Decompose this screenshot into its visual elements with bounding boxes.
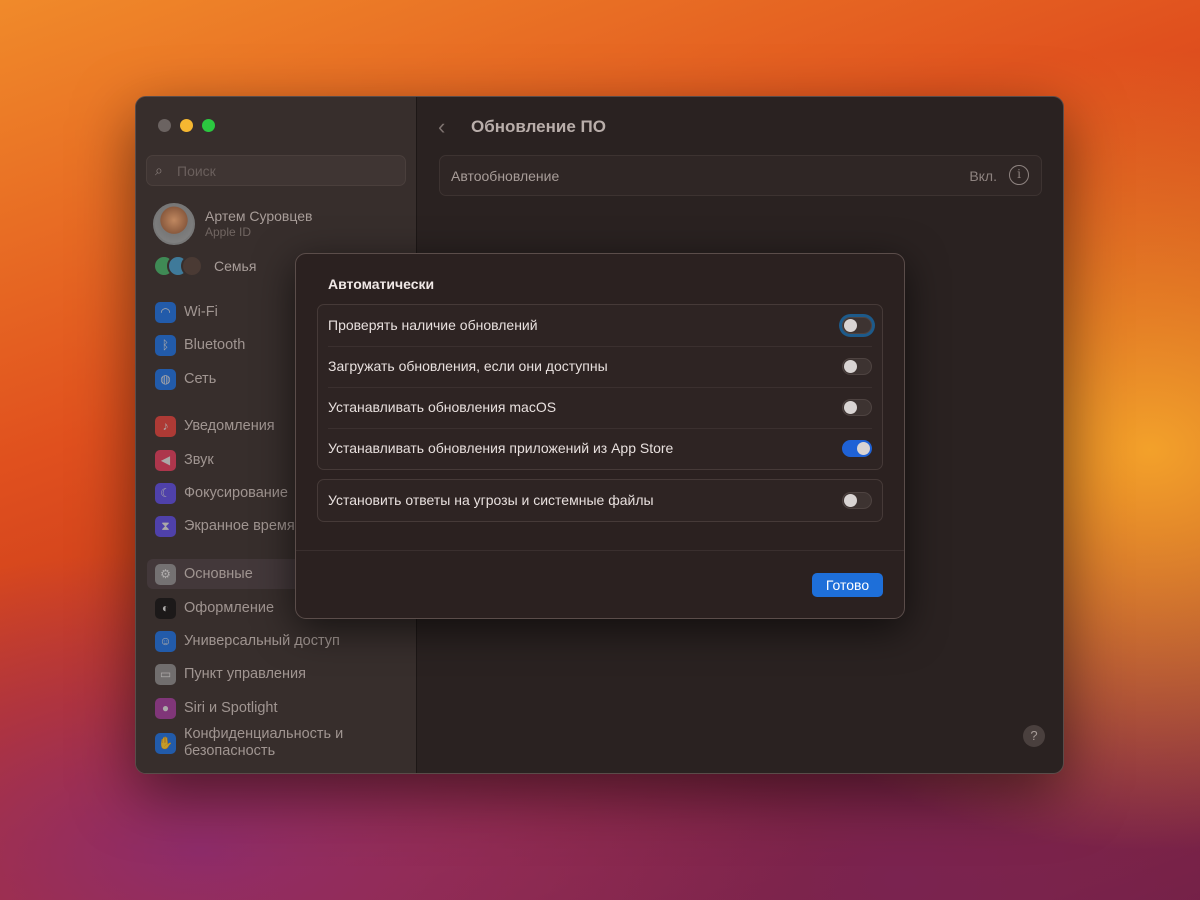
sidebar-item-label: Универсальный доступ [184, 633, 340, 649]
user-name[interactable]: Артем Суровцев [205, 208, 312, 224]
avatar[interactable] [153, 203, 195, 245]
toggle-label: Установить ответы на угрозы и системные … [328, 492, 654, 508]
sidebar-item-label: Bluetooth [184, 337, 246, 353]
toggle-switch[interactable] [842, 399, 872, 416]
family-avatar [181, 255, 203, 277]
sidebar-item-label: Сеть [184, 371, 217, 387]
toggle-row: Устанавливать обновления macOS [318, 387, 882, 428]
auto-update-row: Автообновление Вкл. i [439, 155, 1042, 196]
appearance-icon: ◐ [155, 597, 176, 619]
sidebar-item[interactable]: ✋ Конфиденциальность и безопасность [147, 723, 347, 763]
toggle-label: Устанавливать обновления macOS [328, 399, 557, 415]
done-button[interactable]: Готово [812, 573, 883, 597]
wifi-icon: ◠ [155, 301, 176, 323]
gear-icon: ⚙ [155, 563, 176, 585]
search-input[interactable]: ⌕ Поиск [146, 155, 406, 186]
toggle-row: Установить ответы на угрозы и системные … [318, 480, 882, 521]
sidebar-item-label: Экранное время [184, 518, 295, 534]
auto-update-dialog: Автоматически Проверять наличие обновлен… [295, 253, 905, 619]
toggle-switch[interactable] [842, 358, 872, 375]
toggle-switch[interactable] [842, 317, 872, 334]
bell-icon: ♪ [155, 415, 176, 437]
sidebar-item-label: Уведомления [184, 418, 275, 434]
toggle-group: Установить ответы на угрозы и системные … [317, 479, 883, 522]
toggle-label: Проверять наличие обновлений [328, 317, 538, 333]
toggle-knob [844, 360, 857, 373]
auto-update-label: Автообновление [451, 168, 560, 184]
sidebar-item-label: Конфиденциальность и безопасность [184, 726, 344, 759]
info-icon[interactable]: i [1009, 165, 1029, 185]
back-chevron-icon[interactable]: ‹ [438, 114, 445, 140]
globe-icon: ◍ [155, 368, 176, 390]
toggle-label: Загружать обновления, если они доступны [328, 358, 608, 374]
sidebar-item[interactable]: ● Siri и Spotlight [147, 693, 412, 723]
sidebar-item[interactable]: ☺ Универсальный доступ [147, 626, 412, 656]
sidebar-item-label: Wi-Fi [184, 304, 218, 320]
close-button[interactable] [158, 119, 171, 132]
divider [296, 550, 904, 551]
toggle-knob [857, 442, 870, 455]
sidebar-item-label: Фокусирование [184, 485, 288, 501]
bluetooth-icon: ᛒ [155, 334, 176, 356]
hand-icon: ✋ [155, 732, 176, 754]
toggle-knob [844, 401, 857, 414]
search-icon: ⌕ [155, 162, 163, 178]
sidebar-item-label: Основные [184, 566, 253, 582]
control-center-icon: ▭ [155, 663, 176, 685]
minimize-button[interactable] [180, 119, 193, 132]
sidebar-item-label: Пункт управления [184, 666, 306, 682]
hourglass-icon: ⧗ [155, 515, 176, 537]
speaker-icon: ◀ [155, 449, 176, 471]
toggle-row: Загружать обновления, если они доступны [318, 346, 882, 387]
toggle-switch[interactable] [842, 492, 872, 509]
toggle-switch[interactable] [842, 440, 872, 457]
toggle-row: Устанавливать обновления приложений из A… [318, 428, 882, 469]
toggle-knob [844, 494, 857, 507]
sidebar-item[interactable]: ▭ Пункт управления [147, 659, 412, 689]
siri-icon: ● [155, 697, 176, 719]
toggle-group: Проверять наличие обновлений Загружать об… [317, 304, 883, 470]
accessibility-icon: ☺ [155, 630, 176, 652]
toggle-label: Устанавливать обновления приложений из A… [328, 440, 674, 456]
family-label[interactable]: Семья [214, 258, 256, 274]
toggle-knob [844, 319, 857, 332]
toggle-row: Проверять наличие обновлений [318, 305, 882, 346]
auto-update-value: Вкл. [969, 168, 997, 184]
apple-id-label: Apple ID [205, 225, 252, 239]
sidebar-item-label: Оформление [184, 600, 275, 616]
sidebar-item-label: Звук [184, 452, 214, 468]
help-button[interactable]: ? [1023, 725, 1045, 747]
sidebar-item-label: Siri и Spotlight [184, 700, 278, 716]
dialog-title: Автоматически [328, 276, 435, 292]
page-title: Обновление ПО [471, 117, 606, 136]
moon-icon: ☾ [155, 482, 176, 504]
zoom-button[interactable] [202, 119, 215, 132]
